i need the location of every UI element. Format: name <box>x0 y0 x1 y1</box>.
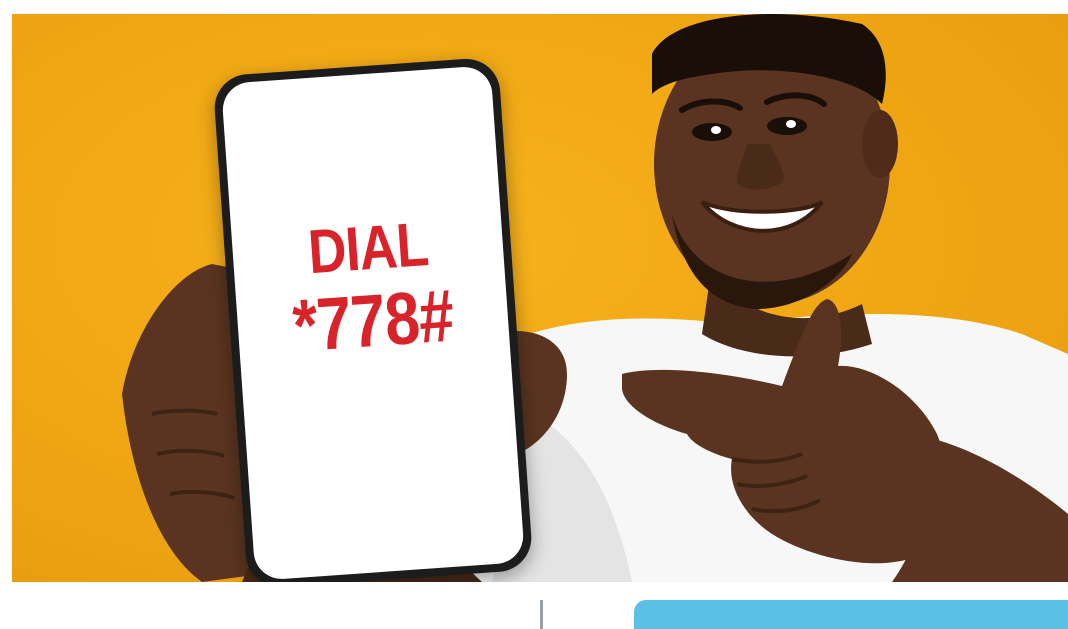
ussd-code-text: *778# <box>290 273 456 368</box>
promo-scene <box>122 14 1068 582</box>
ad-image: DIAL *778# <box>0 0 1068 629</box>
blue-tab <box>634 600 1068 629</box>
promo-banner: DIAL *778# <box>12 14 1068 582</box>
divider <box>540 600 543 629</box>
phone-screen: DIAL *778# <box>220 65 526 581</box>
dial-text: DIAL <box>305 210 430 288</box>
smartphone: DIAL *778# <box>212 56 534 582</box>
ear <box>862 110 898 178</box>
